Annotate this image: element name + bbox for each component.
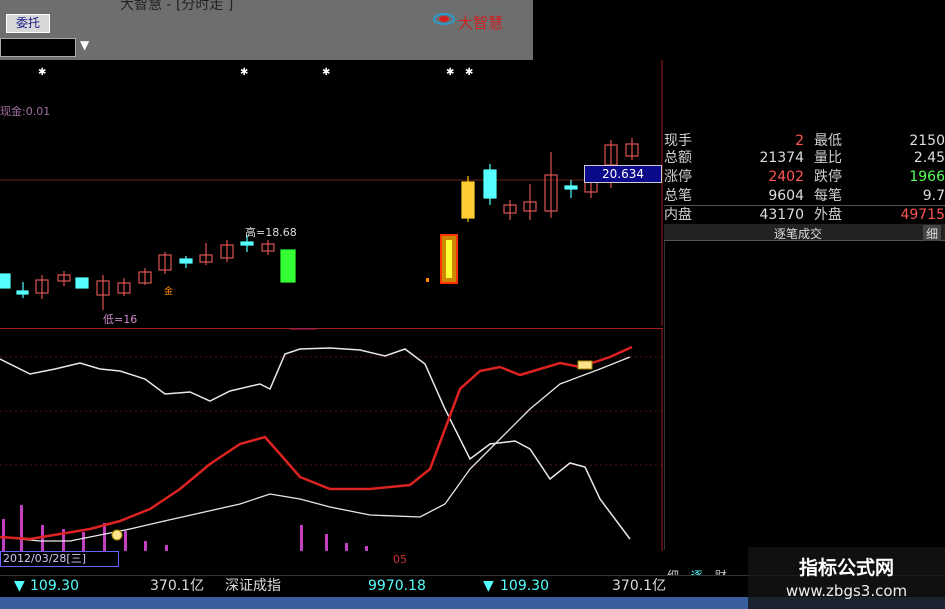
high-price-label: 高=18.68 xyxy=(245,226,297,239)
chevron-down-icon[interactable]: ▼ xyxy=(80,38,89,52)
down-arrow-icon: ▼ xyxy=(483,578,494,594)
neipan-value: 43170 xyxy=(759,207,804,223)
stock-combo-input[interactable] xyxy=(0,38,76,57)
ticker-index-name[interactable]: 深证成指 xyxy=(225,576,281,596)
brand-logo-icon xyxy=(433,13,455,25)
down-arrow-icon: ▼ xyxy=(14,578,25,594)
kline-chart[interactable] xyxy=(0,60,663,326)
site-watermark: 指标公式网 www.zbgs3.com xyxy=(748,547,945,609)
info-row: 总额 21374 量比 2.45 xyxy=(664,150,945,166)
neipan-label: 内盘 xyxy=(664,207,692,223)
ticker-change-1: 109.30 xyxy=(30,578,79,594)
event-mark: 金 xyxy=(164,287,174,297)
ticker-change-2: 109.30 xyxy=(500,578,549,594)
tick-trade-list[interactable] xyxy=(664,241,945,550)
trade-button[interactable]: 委托 xyxy=(6,14,50,33)
inner-outer-volume-row: 内盘 43170 外盘 49715 xyxy=(664,205,945,226)
watermark-url: www.zbgs3.com xyxy=(785,582,908,600)
current-price-tag: 20.634 xyxy=(584,165,662,183)
waipan-label: 外盘 xyxy=(814,207,842,223)
tick-detail-button[interactable]: 细 xyxy=(922,225,941,242)
brand-name: 大智慧 xyxy=(458,14,504,32)
indicator-title: ──── xyxy=(290,323,317,336)
indicator-chart[interactable] xyxy=(0,328,663,551)
tick-trade-header: 逐笔成交 细 xyxy=(664,224,945,242)
watermark-title: 指标公式网 xyxy=(798,557,894,579)
low-price-label: 低=16 xyxy=(103,313,138,326)
ticker-index-value: 9970.18 xyxy=(368,578,426,594)
info-row: 总笔 9604 每笔 9.7 xyxy=(664,188,945,204)
window-title: 大智慧 - [分时走 ] xyxy=(120,0,234,13)
date-display: 2012/03/28[三] xyxy=(0,551,119,567)
tick-trade-title: 逐笔成交 xyxy=(774,227,823,241)
ticker-amount-2: 370.1亿 xyxy=(612,578,667,594)
info-row: 涨停 2402 跌停 1966 xyxy=(664,169,945,185)
bottom-marker: 05 xyxy=(393,553,407,566)
waipan-value: 49715 xyxy=(900,207,945,223)
ticker-amount-1: 370.1亿 xyxy=(150,578,205,594)
